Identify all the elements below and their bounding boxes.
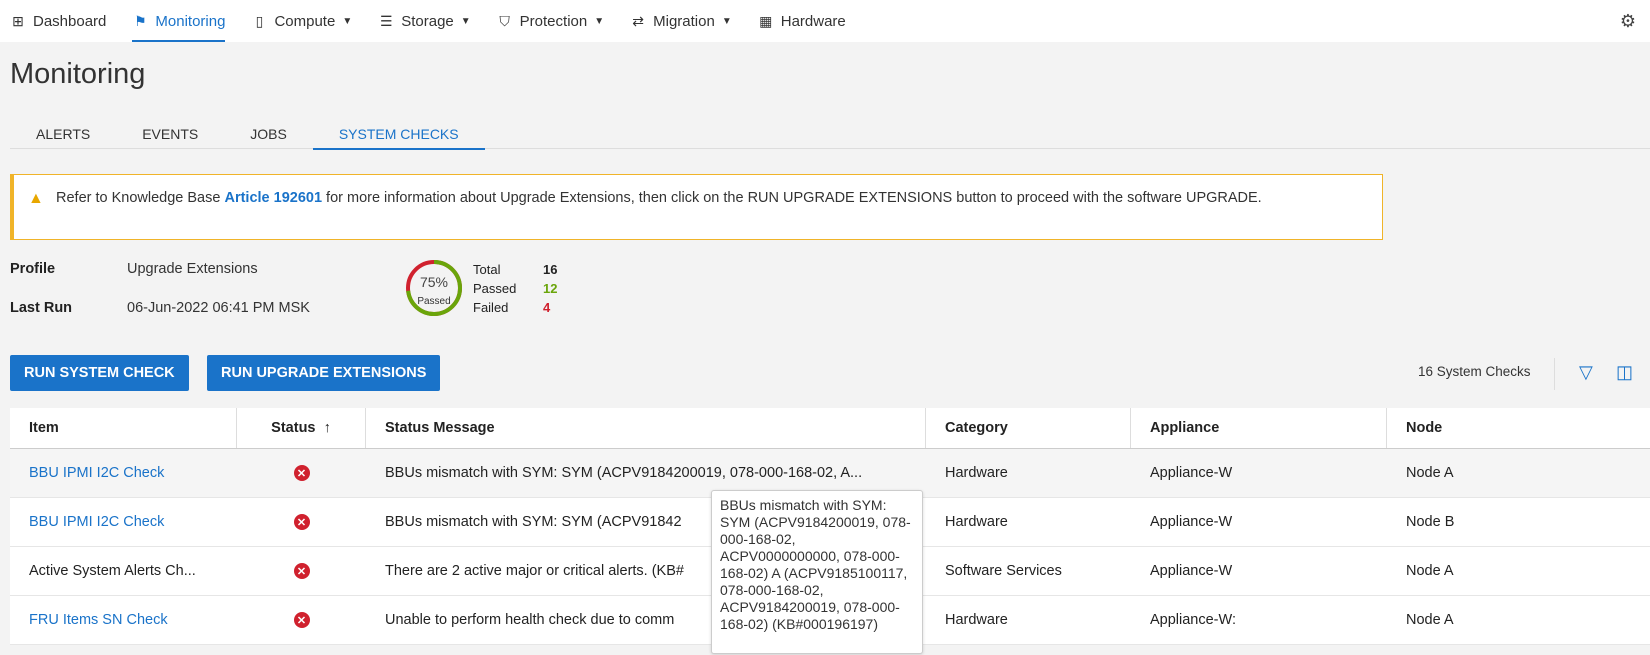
flag-icon: ⚑ [134,12,147,29]
migration-icon: ⇄ [632,12,644,29]
hardware-icon: ▦ [759,12,773,29]
run-upgrade-extensions-button[interactable]: RUN UPGRADE EXTENSIONS [207,355,441,391]
tab-events[interactable]: EVENTS [116,126,224,149]
appliance: Appliance-W: [1150,612,1236,628]
nav-label: Compute [274,12,336,30]
columns-icon[interactable]: ◫ [1616,362,1633,383]
tabs: ALERTS EVENTS JOBS SYSTEM CHECKS [10,126,1650,150]
caret-down-icon: ▼ [594,15,605,27]
node: Node B [1406,514,1455,530]
status-message-tooltip: BBUs mismatch with SYM: SYM (ACPV9184200… [711,490,923,654]
page-title: Monitoring [10,58,146,90]
tab-jobs[interactable]: JOBS [224,126,313,149]
passed-label: Passed [473,281,517,296]
caret-down-icon: ▼ [460,15,471,27]
col-node[interactable]: Node [1387,408,1650,448]
database-icon: ☰ [379,12,393,29]
gear-icon[interactable]: ⚙ [1620,11,1636,32]
table-header: Item Status ↑ Status Message Category Ap… [10,408,1650,449]
node: Node A [1406,612,1454,628]
appliance: Appliance-W [1150,514,1233,530]
status-cell: ✕ [237,449,366,497]
failed-value: 4 [543,300,551,315]
divider [1554,358,1555,390]
profile-value: Upgrade Extensions [127,261,258,277]
node: Node A [1406,563,1454,579]
node: Node A [1406,465,1454,481]
tab-alerts[interactable]: ALERTS [10,126,116,149]
item-link[interactable]: FRU Items SN Check [10,596,237,644]
caret-down-icon: ▼ [721,15,732,27]
error-icon: ✕ [293,612,310,628]
checks-count: 16 System Checks [1418,364,1531,379]
col-item[interactable]: Item [10,408,237,448]
caret-down-icon: ▼ [342,15,353,27]
col-status-label: Status [271,420,316,436]
error-icon: ✕ [293,563,310,579]
error-icon: ✕ [293,465,310,481]
nav-migration[interactable]: ⇄ Migration ▼ [630,0,732,42]
appliance: Appliance-W [1150,563,1233,579]
category: Hardware [945,612,1008,628]
shield-icon: ⛉ [499,12,510,29]
status-cell: ✕ [237,498,366,546]
item-link[interactable]: BBU IPMI I2C Check [10,449,237,497]
nav-label: Dashboard [33,12,107,30]
banner-text: Refer to Knowledge Base [56,190,225,206]
nav-hardware[interactable]: ▦ Hardware [758,0,846,42]
passed-value: 12 [543,281,558,296]
nav-label: Hardware [780,12,846,30]
appliance: Appliance-W [1150,465,1233,481]
failed-label: Failed [473,300,509,315]
item-link[interactable]: BBU IPMI I2C Check [10,498,237,546]
info-banner: ▲ Refer to Knowledge Base Article 192601… [10,174,1383,240]
status-cell: ✕ [237,596,366,644]
category: Hardware [945,465,1008,481]
warning-icon: ▲ [28,190,44,207]
percent-label: Passed [417,296,450,307]
col-appliance[interactable]: Appliance [1131,408,1387,448]
nav-protection[interactable]: ⛉ Protection ▼ [497,0,604,42]
percent-text: 75% [420,274,448,290]
status-cell: ✕ [237,547,366,595]
total-value: 16 [543,262,558,277]
banner-text: for more information about Upgrade Exten… [322,190,1262,206]
nav-monitoring[interactable]: ⚑ Monitoring [132,0,226,42]
sort-asc-icon: ↑ [323,420,331,436]
nav-label: Monitoring [155,12,226,30]
col-status[interactable]: Status ↑ [237,408,366,448]
nav-label: Storage [401,12,454,30]
run-system-check-button[interactable]: RUN SYSTEM CHECK [10,355,189,391]
nav-compute[interactable]: ▯ Compute ▼ [251,0,353,42]
device-icon: ▯ [255,12,264,29]
top-nav: ⊞ Dashboard ⚑ Monitoring ▯ Compute ▼ ☰ Storag… [0,0,1650,42]
nav-dashboard[interactable]: ⊞ Dashboard [10,0,106,42]
col-status-message[interactable]: Status Message [366,408,926,448]
col-category[interactable]: Category [926,408,1131,448]
last-run-value: 06-Jun-2022 06:41 PM MSK [127,300,310,316]
total-label: Total [473,262,501,277]
last-run-label: Last Run [10,300,73,316]
category: Software Services [945,563,1062,579]
grid-icon: ⊞ [12,12,24,29]
filter-icon[interactable]: ▽ [1579,362,1593,383]
error-icon: ✕ [293,514,310,530]
nav-label: Protection [519,12,588,30]
category: Hardware [945,514,1008,530]
item-name: Active System Alerts Ch... [29,563,196,579]
tab-system-checks[interactable]: SYSTEM CHECKS [312,126,485,150]
nav-label: Migration [653,12,715,30]
summary-stats: Total 16 Passed 12 Failed 4 [473,260,557,317]
pass-rate-donut: 75% Passed [405,259,463,317]
kb-article-link[interactable]: Article 192601 [224,190,322,206]
profile-label: Profile [10,261,56,277]
nav-storage[interactable]: ☰ Storage ▼ [378,0,471,42]
